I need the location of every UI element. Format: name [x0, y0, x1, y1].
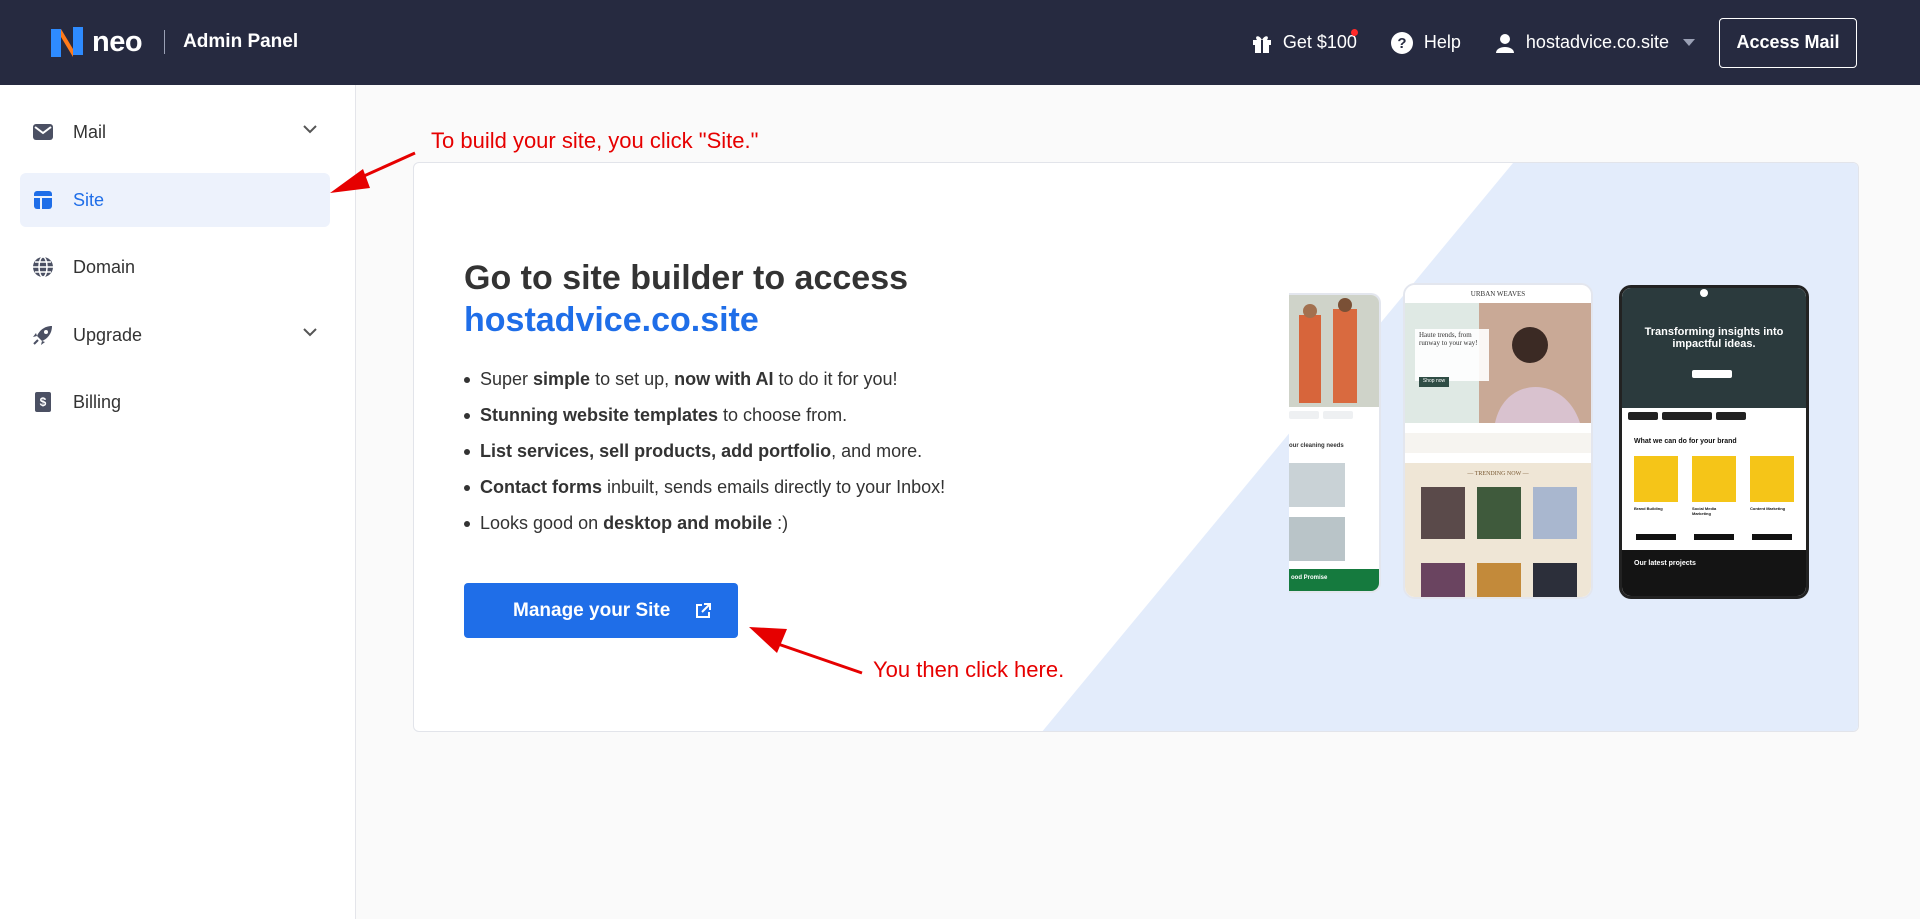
help-link[interactable]: ? Help — [1390, 31, 1461, 55]
manage-site-label: Manage your Site — [513, 599, 671, 621]
feature-text: , and more. — [831, 441, 923, 461]
marketing-hero-text: Transforming insights into impactful ide… — [1644, 326, 1784, 350]
chevron-down-icon — [303, 328, 317, 337]
fashion-cta: Shop now — [1422, 378, 1446, 384]
feature-text: List services, sell products, add portfo… — [480, 441, 832, 461]
brand[interactable]: neo Admin Panel — [48, 22, 298, 62]
marketing-card-label: Social Media Marketing — [1692, 506, 1717, 516]
fashion-hero-text: Haute trends, from runway to your way! — [1419, 331, 1478, 347]
get-100-link[interactable]: Get $100 — [1251, 28, 1358, 54]
marketing-card-label: Brand Building — [1634, 506, 1663, 511]
feature-text: desktop and mobile — [603, 513, 773, 533]
notification-dot — [1350, 28, 1358, 36]
template-preview-fashion: URBAN WEAVES Haute trends, from runway t… — [1403, 283, 1593, 599]
marketing-card-label: Content Marketing — [1750, 506, 1786, 511]
sidebar-item-label: Billing — [73, 391, 122, 412]
sidebar: Mail Site Domain Upgrade $ Billing — [0, 85, 356, 919]
billing-icon: $ — [31, 390, 55, 414]
feature-text: Stunning website templates — [480, 405, 719, 425]
feature-text: simple — [533, 369, 591, 389]
feature-item: Stunning website templates to choose fro… — [464, 397, 945, 433]
sidebar-item-domain[interactable]: Domain — [20, 240, 330, 294]
sidebar-item-label: Site — [73, 189, 105, 210]
sidebar-item-mail[interactable]: Mail — [20, 105, 330, 159]
chevron-down-icon — [303, 125, 317, 134]
feature-text: Looks good on — [480, 513, 604, 533]
feature-text: inbuilt, sends emails directly to your I… — [602, 477, 946, 497]
external-link-icon — [696, 602, 712, 618]
help-icon: ? — [1390, 31, 1413, 54]
svg-text:?: ? — [1397, 35, 1406, 52]
marketing-footer: Our latest projects — [1634, 560, 1696, 567]
site-builder-card: Go to site builder to access hostadvice.… — [413, 162, 1859, 732]
sidebar-item-label: Domain — [73, 256, 136, 277]
account-menu[interactable]: hostadvice.co.site — [1494, 32, 1695, 54]
neo-logo-icon — [51, 27, 83, 57]
brand-divider — [164, 30, 166, 54]
sidebar-item-upgrade[interactable]: Upgrade — [20, 308, 330, 362]
svg-text:$: $ — [40, 395, 47, 409]
template-preview-cleaning: our cleaning needs ood Promise — [1289, 293, 1381, 593]
caret-down-icon — [1683, 39, 1695, 46]
user-icon — [1495, 33, 1514, 53]
sidebar-item-label: Mail — [73, 121, 107, 142]
feature-text: now with AI — [674, 369, 774, 389]
feature-item: Looks good on desktop and mobile :) — [464, 505, 945, 541]
feature-text: Super — [480, 369, 534, 389]
feature-text: to do it for you! — [773, 369, 898, 389]
feature-item: Super simple to set up, now with AI to d… — [464, 361, 945, 397]
brand-name: neo — [92, 25, 143, 58]
sidebar-item-label: Upgrade — [73, 324, 143, 345]
header-nav: Get $100 ? Help hostadvice.co.site Acces… — [1251, 0, 1920, 85]
fashion-brand: URBAN WEAVES — [1470, 290, 1526, 298]
feature-list: Super simple to set up, now with AI to d… — [464, 361, 945, 541]
help-label: Help — [1423, 32, 1461, 52]
get-100-label: Get $100 — [1282, 32, 1357, 52]
marketing-section-title: What we can do for your brand — [1634, 438, 1737, 445]
feature-item: Contact forms inbuilt, sends emails dire… — [464, 469, 945, 505]
globe-icon — [31, 255, 55, 279]
template-preview-marketing: Transforming insights into impactful ide… — [1619, 285, 1809, 599]
annotation-click-here: You then click here. — [873, 657, 1065, 682]
mail-icon — [31, 120, 55, 144]
feature-text: to set up, — [590, 369, 675, 389]
sidebar-item-billing[interactable]: $ Billing — [20, 375, 330, 429]
feature-text: to choose from. — [718, 405, 848, 425]
annotation-site: To build your site, you click "Site." — [431, 128, 759, 153]
site-icon — [31, 188, 55, 212]
cleaning-caption: our cleaning needs — [1289, 443, 1344, 449]
rocket-icon — [31, 323, 55, 347]
manage-site-button[interactable]: Manage your Site — [464, 583, 738, 638]
account-label: hostadvice.co.site — [1525, 32, 1669, 52]
card-headline: Go to site builder to access hostadvice.… — [464, 257, 908, 341]
fashion-section-title: — TRENDING NOW — — [1467, 471, 1529, 477]
top-header: neo Admin Panel Get $100 ? Help hostadvi… — [0, 0, 1920, 85]
brand-subtitle: Admin Panel — [183, 31, 299, 52]
access-mail-button[interactable]: Access Mail — [1719, 17, 1857, 68]
headline-domain: hostadvice.co.site — [464, 301, 759, 339]
feature-text: Contact forms — [480, 477, 603, 497]
headline-text: Go to site builder to access — [464, 259, 909, 297]
gift-icon — [1252, 35, 1271, 53]
feature-text: :) — [772, 513, 789, 533]
sidebar-item-site[interactable]: Site — [20, 173, 330, 227]
feature-item: List services, sell products, add portfo… — [464, 433, 945, 469]
cleaning-footer: ood Promise — [1291, 575, 1328, 581]
